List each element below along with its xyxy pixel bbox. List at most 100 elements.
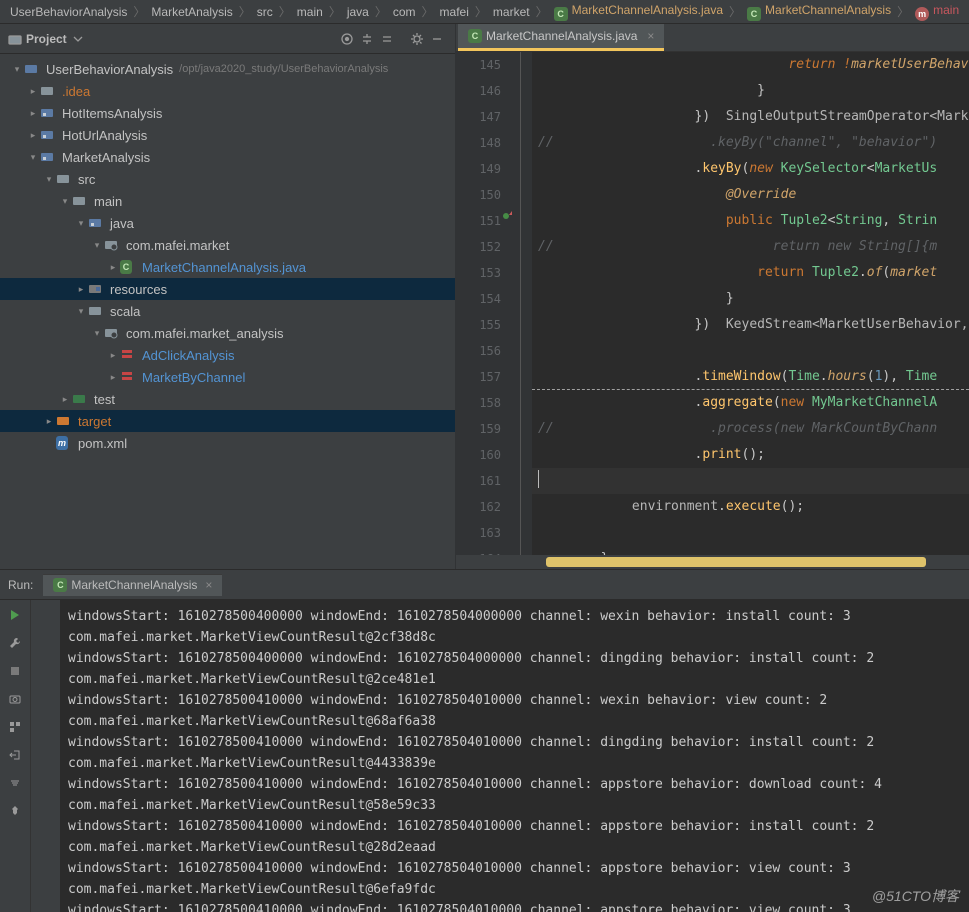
fold-gutter[interactable] (512, 494, 532, 520)
fold-gutter[interactable] (512, 520, 532, 546)
console-output[interactable]: windowsStart: 1610278500400000 windowEnd… (60, 600, 969, 912)
line-number[interactable]: 148 (456, 130, 512, 156)
project-tree[interactable]: ▾UserBehaviorAnalysis/opt/java2020_study… (0, 54, 455, 569)
expand-arrow-icon[interactable]: ▸ (42, 416, 56, 427)
line-number[interactable]: 146 (456, 78, 512, 104)
breadcrumb-item[interactable]: java (345, 5, 371, 19)
editor-tab[interactable]: C MarketChannelAnalysis.java × (458, 24, 664, 51)
breadcrumb-item[interactable]: market (491, 5, 532, 19)
fold-gutter[interactable] (512, 130, 532, 156)
pin-icon[interactable] (6, 802, 24, 820)
locate-icon[interactable] (337, 29, 357, 49)
code-line[interactable] (532, 520, 969, 546)
fold-gutter[interactable] (512, 234, 532, 260)
expand-arrow-icon[interactable]: ▸ (26, 130, 40, 141)
code-line[interactable]: .keyBy(new KeySelector<MarketUs (532, 156, 969, 182)
code-line[interactable] (532, 338, 969, 364)
expand-arrow-icon[interactable]: ▾ (58, 196, 72, 207)
layout-icon[interactable] (6, 718, 24, 736)
fold-gutter[interactable] (512, 260, 532, 286)
expand-arrow-icon[interactable]: ▾ (90, 240, 104, 251)
expand-arrow-icon[interactable]: ▾ (10, 64, 24, 75)
code-line[interactable]: // .process(new MarkCountByChann (532, 416, 969, 442)
code-line[interactable]: environment.execute(); (532, 494, 969, 520)
line-number[interactable]: 147 (456, 104, 512, 130)
tree-row[interactable]: ▾java (0, 212, 455, 234)
tree-row[interactable]: ▸resources (0, 278, 455, 300)
breadcrumb-item[interactable]: src (255, 5, 275, 19)
line-number[interactable]: 155 (456, 312, 512, 338)
fold-gutter[interactable] (512, 104, 532, 130)
expand-arrow-icon[interactable]: ▸ (26, 108, 40, 119)
tree-row[interactable]: ▾MarketAnalysis (0, 146, 455, 168)
expand-arrow-icon[interactable]: ▸ (106, 372, 120, 383)
code-line[interactable]: @Override (532, 182, 969, 208)
camera-icon[interactable] (6, 690, 24, 708)
minimize-icon[interactable] (427, 29, 447, 49)
breadcrumb-item[interactable]: MarketAnalysis (149, 5, 234, 19)
close-icon[interactable]: × (647, 29, 654, 43)
code-line[interactable]: return Tuple2.of(market (532, 260, 969, 286)
code-line[interactable]: .print(); (532, 442, 969, 468)
line-number[interactable]: 161 (456, 468, 512, 494)
code-line[interactable] (532, 468, 969, 494)
expand-arrow-icon[interactable]: ▾ (74, 306, 88, 317)
fold-gutter[interactable] (512, 390, 532, 416)
line-number[interactable]: 158 (456, 390, 512, 416)
fold-gutter[interactable] (512, 78, 532, 104)
horizontal-scrollbar[interactable] (456, 555, 969, 569)
line-number[interactable]: 152 (456, 234, 512, 260)
code-line[interactable]: } (532, 286, 969, 312)
expand-arrow-icon[interactable]: ▾ (42, 174, 56, 185)
line-number[interactable]: 154 (456, 286, 512, 312)
tree-row[interactable]: ▸target (0, 410, 455, 432)
line-number[interactable]: 159 (456, 416, 512, 442)
code-line[interactable]: // .keyBy("channel", "behavior") (532, 130, 969, 156)
line-number[interactable]: 156 (456, 338, 512, 364)
stop-icon[interactable] (6, 662, 24, 680)
fold-gutter[interactable] (512, 312, 532, 338)
code-line[interactable]: public Tuple2<String, Strin (532, 208, 969, 234)
line-number[interactable]: 153 (456, 260, 512, 286)
code-line[interactable]: .aggregate(new MyMarketChannelA (532, 390, 969, 416)
line-number[interactable]: 160 (456, 442, 512, 468)
collapse-all-icon[interactable] (377, 29, 397, 49)
code-line[interactable]: return !marketUserBehav (532, 52, 969, 78)
tree-row[interactable]: ▸MarketByChannel (0, 366, 455, 388)
project-label[interactable]: Project (26, 32, 67, 46)
tree-row[interactable]: ▸CMarketChannelAnalysis.java (0, 256, 455, 278)
expand-arrow-icon[interactable]: ▾ (26, 152, 40, 163)
fold-gutter[interactable] (512, 208, 532, 234)
tree-row[interactable]: ▾main (0, 190, 455, 212)
breadcrumb-item[interactable]: CMarketChannelAnalysis.java (552, 3, 725, 21)
code-line[interactable]: }) KeyedStream<MarketUserBehavior, Tu (532, 312, 969, 338)
rerun-icon[interactable] (6, 606, 24, 624)
tree-row[interactable]: ▸.idea (0, 80, 455, 102)
tree-row[interactable]: mpom.xml (0, 432, 455, 454)
exit-icon[interactable] (6, 746, 24, 764)
code-line[interactable]: .timeWindow(Time.hours(1), Time (532, 364, 969, 390)
expand-arrow-icon[interactable]: ▸ (58, 394, 72, 405)
fold-gutter[interactable] (512, 442, 532, 468)
expand-arrow-icon[interactable]: ▸ (106, 262, 120, 273)
close-icon[interactable]: × (205, 578, 212, 592)
tree-row[interactable]: ▾scala (0, 300, 455, 322)
expand-arrow-icon[interactable]: ▾ (74, 218, 88, 229)
line-number[interactable]: 157 (456, 364, 512, 390)
fold-gutter[interactable] (512, 156, 532, 182)
fold-gutter[interactable] (512, 52, 532, 78)
line-number[interactable]: 149 (456, 156, 512, 182)
code-line[interactable]: } (532, 78, 969, 104)
tree-row[interactable]: ▸AdClickAnalysis (0, 344, 455, 366)
breadcrumb-item[interactable]: CMarketChannelAnalysis (745, 3, 893, 21)
line-number[interactable]: 145 (456, 52, 512, 78)
expand-arrow-icon[interactable]: ▸ (74, 284, 88, 295)
fold-gutter[interactable] (512, 364, 532, 390)
line-number[interactable]: 162 (456, 494, 512, 520)
breadcrumb-item[interactable]: com (391, 5, 418, 19)
line-number[interactable]: 163 (456, 520, 512, 546)
fold-gutter[interactable] (512, 286, 532, 312)
breadcrumb-item[interactable]: mmain (913, 3, 961, 21)
line-number[interactable]: 151 (456, 208, 512, 234)
line-number[interactable]: 150 (456, 182, 512, 208)
